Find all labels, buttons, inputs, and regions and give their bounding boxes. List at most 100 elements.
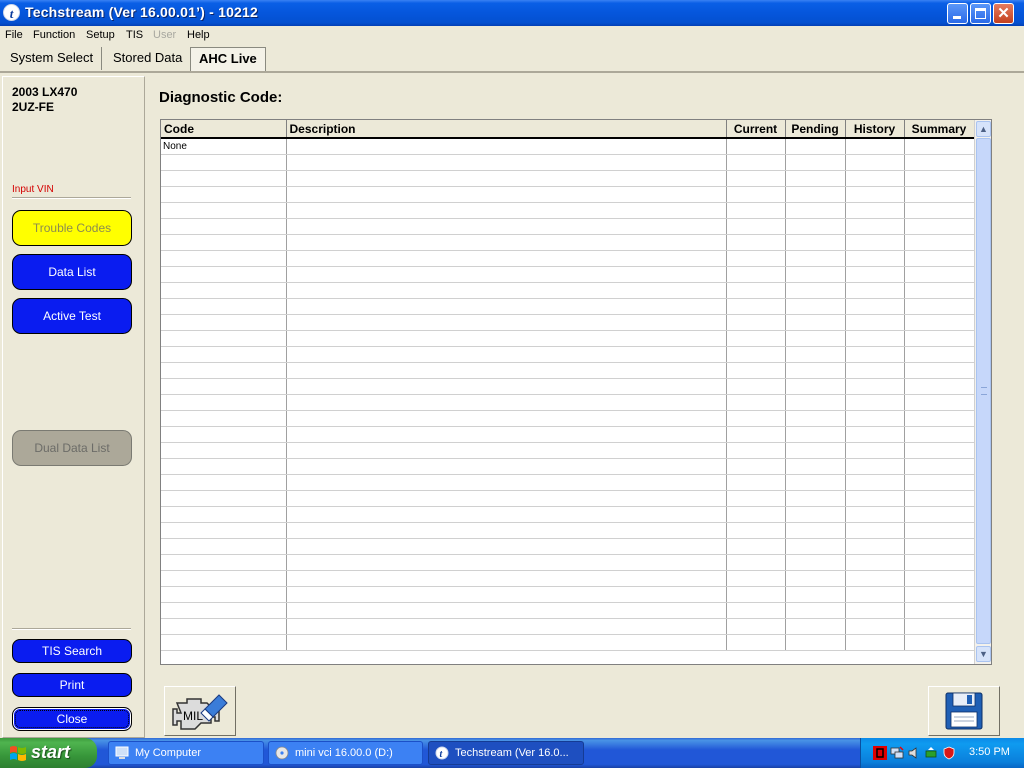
scroll-down-button[interactable]: ▼ [976, 646, 991, 662]
menu-tis[interactable]: TIS [126, 29, 143, 41]
tab-stored-data[interactable]: Stored Data [105, 47, 192, 70]
vehicle-model: 2003 LX470 [12, 85, 78, 99]
table-row[interactable] [161, 506, 975, 523]
input-vin-link[interactable]: Input VIN [12, 184, 54, 195]
security-shield-icon[interactable] [942, 746, 956, 760]
table-row[interactable] [161, 170, 975, 187]
table-row[interactable] [161, 442, 975, 459]
tab-system-select[interactable]: System Select [2, 47, 103, 70]
table-row[interactable] [161, 490, 975, 507]
table-vertical-scrollbar[interactable]: ▲ ▼ [974, 120, 991, 664]
red-app-tray-icon[interactable] [873, 746, 887, 760]
taskbar-item-my-computer[interactable]: My Computer [108, 741, 264, 765]
cell-code [161, 522, 287, 539]
table-row[interactable] [161, 570, 975, 587]
table-row[interactable] [161, 458, 975, 475]
maximize-button[interactable] [970, 3, 991, 24]
table-row[interactable] [161, 298, 975, 315]
cell-summary [904, 314, 975, 331]
network-tray-icon[interactable] [890, 746, 904, 760]
table-row[interactable] [161, 522, 975, 539]
taskbar-item-techstream[interactable]: t Techstream (Ver 16.0... [428, 741, 584, 765]
active-test-button[interactable]: Active Test [12, 298, 132, 334]
table-row[interactable] [161, 266, 975, 283]
cell-current [726, 138, 786, 155]
close-window-button[interactable]: ✕ [993, 3, 1014, 24]
cell-current [726, 634, 786, 651]
cell-history [845, 298, 905, 315]
cell-history [845, 554, 905, 571]
table-row[interactable] [161, 426, 975, 443]
volume-tray-icon[interactable] [907, 746, 921, 760]
cell-code [161, 570, 287, 587]
table-row[interactable] [161, 474, 975, 491]
menu-help[interactable]: Help [187, 29, 210, 41]
title-bar[interactable]: t Techstream (Ver 16.00.01’) - 10212 ✕ [0, 0, 1024, 26]
menu-setup[interactable]: Setup [86, 29, 115, 41]
table-row[interactable]: None [161, 138, 975, 155]
column-header-pending[interactable]: Pending [785, 120, 846, 139]
cell-current [726, 618, 786, 635]
table-row[interactable] [161, 346, 975, 363]
table-row[interactable] [161, 202, 975, 219]
cell-code [161, 506, 287, 523]
table-row[interactable] [161, 378, 975, 395]
column-header-code[interactable]: Code [161, 120, 287, 139]
column-header-description[interactable]: Description [286, 120, 727, 139]
table-row[interactable] [161, 602, 975, 619]
table-row[interactable] [161, 330, 975, 347]
close-button[interactable]: Close [12, 707, 132, 731]
print-button[interactable]: Print [12, 673, 132, 697]
table-row[interactable] [161, 394, 975, 411]
menu-function[interactable]: Function [33, 29, 75, 41]
table-row[interactable] [161, 218, 975, 235]
table-row[interactable] [161, 410, 975, 427]
table-row[interactable] [161, 362, 975, 379]
table-row[interactable] [161, 314, 975, 331]
mil-engine-button[interactable]: MIL [164, 686, 236, 736]
trouble-codes-button[interactable]: Trouble Codes [12, 210, 132, 246]
window-title: Techstream (Ver 16.00.01’) - 10212 [25, 4, 259, 20]
table-row[interactable] [161, 586, 975, 603]
cell-code [161, 458, 287, 475]
taskbar-item-mini-vci[interactable]: mini vci 16.00.0 (D:) [268, 741, 423, 765]
safely-remove-hardware-icon[interactable] [924, 746, 938, 760]
techstream-app-icon[interactable]: t [3, 4, 20, 21]
data-list-button[interactable]: Data List [12, 254, 132, 290]
cell-pending [785, 234, 846, 251]
taskbar-item-label: mini vci 16.00.0 (D:) [295, 747, 393, 759]
table-row[interactable] [161, 618, 975, 635]
minimize-button[interactable] [947, 3, 968, 24]
floppy-disk-icon [945, 692, 983, 730]
table-row[interactable] [161, 250, 975, 267]
cell-summary [904, 394, 975, 411]
tab-ahc-live[interactable]: AHC Live [190, 47, 266, 72]
table-row[interactable] [161, 234, 975, 251]
menu-file[interactable]: File [5, 29, 23, 41]
table-row[interactable] [161, 634, 975, 651]
cell-pending [785, 218, 846, 235]
cell-code [161, 362, 287, 379]
table-row[interactable] [161, 538, 975, 555]
cell-history [845, 186, 905, 203]
column-header-summary[interactable]: Summary [904, 120, 975, 139]
cell-summary [904, 410, 975, 427]
cell-pending [785, 298, 846, 315]
cell-summary [904, 170, 975, 187]
cell-code [161, 298, 287, 315]
table-row[interactable] [161, 154, 975, 171]
scroll-thumb[interactable] [976, 138, 991, 644]
table-row[interactable] [161, 282, 975, 299]
save-button[interactable] [928, 686, 1000, 736]
diagnostic-code-title: Diagnostic Code: [159, 89, 283, 106]
cell-code [161, 602, 287, 619]
cell-code [161, 586, 287, 603]
tis-search-button[interactable]: TIS Search [12, 639, 132, 663]
column-header-history[interactable]: History [845, 120, 905, 139]
scroll-up-button[interactable]: ▲ [976, 121, 991, 137]
table-row[interactable] [161, 554, 975, 571]
table-row[interactable] [161, 186, 975, 203]
column-header-current[interactable]: Current [726, 120, 786, 139]
start-button[interactable]: start [0, 738, 97, 768]
cell-history [845, 506, 905, 523]
